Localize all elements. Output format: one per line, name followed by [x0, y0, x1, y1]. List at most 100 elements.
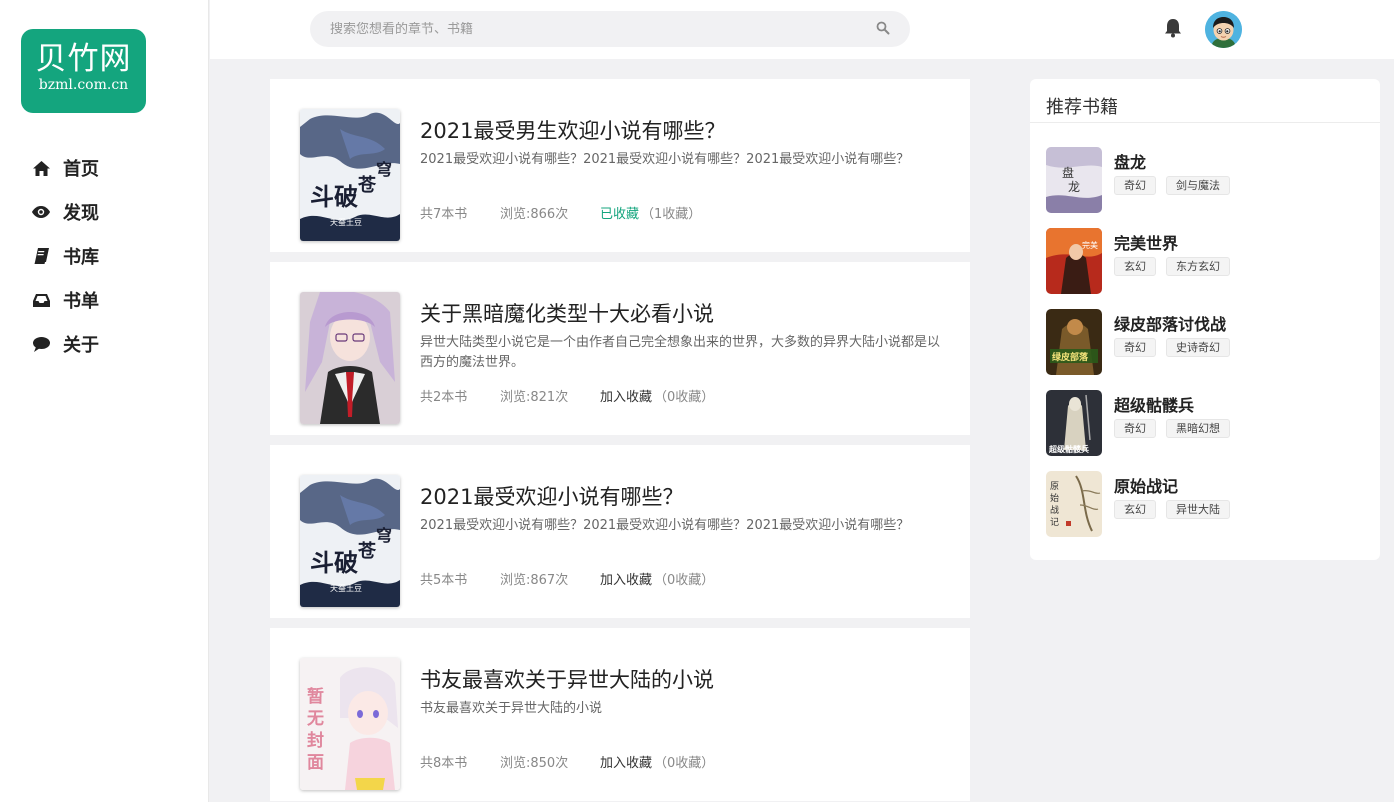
book-tag[interactable]: 黑暗幻想: [1166, 419, 1230, 438]
book-count: 共5本书: [420, 573, 468, 588]
booklist-card[interactable]: 斗破 苍 穹 天蚕土豆 2021最受欢迎小说有哪些？ 2021最受欢迎小说有哪些…: [270, 445, 970, 618]
favorite-count: （0收藏）: [654, 573, 715, 588]
booklist-cover-image[interactable]: 斗破 苍 穹 天蚕土豆: [300, 475, 400, 607]
top-header: [210, 0, 1394, 59]
recommended-book[interactable]: 原 始 战 记 原始战记 玄幻 异世大陆: [1046, 471, 1366, 537]
booklist-card[interactable]: 关于黑暗魔化类型十大必看小说 异世大陆类型小说它是一个由作者自己完全想象出来的世…: [270, 262, 970, 435]
svg-text:超级骷髅兵: 超级骷髅兵: [1048, 444, 1089, 454]
view-count: 浏览:821次: [500, 390, 569, 405]
cover-author-text: 天蚕土豆: [330, 583, 362, 593]
book-tags: 奇幻 史诗奇幻: [1114, 338, 1240, 357]
svg-text:封: 封: [307, 730, 324, 751]
book-title[interactable]: 盘龙: [1114, 149, 1146, 173]
search-bar: [310, 11, 910, 47]
svg-text:穹: 穹: [376, 526, 392, 545]
sidebar-item-booklist[interactable]: 书单: [32, 278, 99, 322]
svg-text:穹: 穹: [376, 160, 392, 179]
book-tag[interactable]: 史诗奇幻: [1166, 338, 1230, 357]
booklist-description: 书友最喜欢关于异世大陆的小说: [420, 701, 603, 716]
view-count: 浏览:867次: [500, 573, 569, 588]
booklist-meta: 共7本书 浏览:866次 已收藏 （1收藏）: [420, 203, 701, 222]
sidebar-item-about[interactable]: 关于: [32, 322, 99, 366]
sidebar-item-label: 首页: [63, 159, 99, 180]
favorite-count: （1收藏）: [641, 207, 702, 222]
svg-text:面: 面: [307, 753, 324, 773]
book-title[interactable]: 完美世界: [1114, 230, 1178, 254]
recommended-book[interactable]: 绿皮部落 绿皮部落讨伐战 奇幻 史诗奇幻: [1046, 309, 1366, 375]
favorite-button[interactable]: 加入收藏: [600, 386, 652, 405]
booklist-card[interactable]: 斗破 苍 穹 天蚕土豆 2021最受男生欢迎小说有哪些？ 2021最受欢迎小说有…: [270, 79, 970, 252]
favorite-button[interactable]: 加入收藏: [600, 752, 652, 771]
book-tags: 奇幻 剑与魔法: [1114, 176, 1240, 195]
book-icon: [32, 247, 50, 265]
svg-text:龙: 龙: [1068, 180, 1080, 194]
recommended-book[interactable]: 超级骷髅兵 超级骷髅兵 奇幻 黑暗幻想: [1046, 390, 1366, 456]
sidebar-item-label: 关于: [63, 335, 99, 356]
book-cover-image[interactable]: 原 始 战 记: [1046, 471, 1102, 537]
booklist-description: 2021最受欢迎小说有哪些？2021最受欢迎小说有哪些？2021最受欢迎小说有哪…: [420, 152, 910, 167]
eye-icon: [32, 203, 50, 221]
book-tag[interactable]: 奇幻: [1114, 176, 1156, 195]
book-tag[interactable]: 东方玄幻: [1166, 257, 1230, 276]
bell-icon[interactable]: [1164, 18, 1184, 40]
favorite-button[interactable]: 加入收藏: [600, 569, 652, 588]
book-title[interactable]: 原始战记: [1114, 473, 1178, 497]
inbox-icon: [32, 291, 50, 309]
svg-text:完美: 完美: [1082, 240, 1098, 250]
book-tag[interactable]: 奇幻: [1114, 419, 1156, 438]
favorite-count: （0收藏）: [654, 390, 715, 405]
book-cover-image[interactable]: 绿皮部落: [1046, 309, 1102, 375]
book-count: 共2本书: [420, 390, 468, 405]
book-tag[interactable]: 异世大陆: [1166, 500, 1230, 519]
booklist-title[interactable]: 2021最受欢迎小说有哪些？: [420, 481, 683, 511]
booklist-description: 2021最受欢迎小说有哪些？2021最受欢迎小说有哪些？2021最受欢迎小说有哪…: [420, 518, 910, 533]
book-title[interactable]: 超级骷髅兵: [1114, 392, 1194, 416]
booklist-list: 斗破 苍 穹 天蚕土豆 2021最受男生欢迎小说有哪些？ 2021最受欢迎小说有…: [270, 79, 970, 802]
sidebar-nav: 首页 发现 书库 书单 关于: [32, 146, 99, 366]
recommended-book[interactable]: 盘 龙 盘龙 奇幻 剑与魔法: [1046, 147, 1366, 213]
booklist-description: 异世大陆类型小说它是一个由作者自己完全想象出来的世界，大多数的异界大陆小说都是以…: [420, 335, 941, 370]
sidebar-item-home[interactable]: 首页: [32, 146, 99, 190]
home-icon: [32, 159, 50, 177]
book-tags: 玄幻 异世大陆: [1114, 500, 1240, 519]
search-input[interactable]: [330, 21, 876, 37]
sidebar-item-label: 书单: [63, 291, 99, 312]
booklist-meta: 共8本书 浏览:850次 加入收藏 （0收藏）: [420, 752, 714, 771]
booklist-cover-image[interactable]: 斗破 苍 穹 天蚕土豆: [300, 109, 400, 241]
svg-text:无: 无: [306, 709, 324, 729]
site-logo[interactable]: 贝竹网 bzml.com.cn: [21, 29, 146, 113]
booklist-title[interactable]: 书友最喜欢关于异世大陆的小说: [420, 664, 714, 694]
view-count: 浏览:850次: [500, 756, 569, 771]
book-count: 共8本书: [420, 756, 468, 771]
favorite-button[interactable]: 已收藏: [600, 203, 639, 222]
booklist-meta: 共2本书 浏览:821次 加入收藏 （0收藏）: [420, 386, 714, 405]
recommend-panel: 推荐书籍 盘 龙 盘龙 奇幻 剑与魔法 完美 完美世界 玄幻 东方玄幻 绿皮部落…: [1030, 79, 1380, 560]
svg-text:斗破: 斗破: [310, 548, 358, 577]
booklist-cover-image[interactable]: [300, 292, 400, 424]
book-tag[interactable]: 玄幻: [1114, 257, 1156, 276]
book-title[interactable]: 绿皮部落讨伐战: [1114, 311, 1226, 335]
book-cover-image[interactable]: 超级骷髅兵: [1046, 390, 1102, 456]
avatar[interactable]: [1205, 11, 1242, 48]
svg-text:绿皮部落: 绿皮部落: [1052, 351, 1089, 363]
book-cover-image[interactable]: 盘 龙: [1046, 147, 1102, 213]
search-icon[interactable]: [876, 20, 890, 39]
book-tags: 玄幻 东方玄幻: [1114, 257, 1240, 276]
book-tag[interactable]: 玄幻: [1114, 500, 1156, 519]
book-tag[interactable]: 奇幻: [1114, 338, 1156, 357]
svg-text:原: 原: [1050, 481, 1059, 492]
sidebar-item-label: 发现: [63, 203, 99, 224]
booklist-title[interactable]: 2021最受男生欢迎小说有哪些？: [420, 115, 725, 145]
booklist-card[interactable]: 暂 无 封 面 书友最喜欢关于异世大陆的小说 书友最喜欢关于异世大陆的小说 共8…: [270, 628, 970, 801]
booklist-meta: 共5本书 浏览:867次 加入收藏 （0收藏）: [420, 569, 714, 588]
favorite-count: （0收藏）: [654, 756, 715, 771]
sidebar-item-library[interactable]: 书库: [32, 234, 99, 278]
book-cover-image[interactable]: 完美: [1046, 228, 1102, 294]
booklist-cover-image[interactable]: 暂 无 封 面: [300, 658, 400, 790]
sidebar-item-discover[interactable]: 发现: [32, 190, 99, 234]
view-count: 浏览:866次: [500, 207, 569, 222]
recommended-book[interactable]: 完美 完美世界 玄幻 东方玄幻: [1046, 228, 1366, 294]
logo-domain-text: bzml.com.cn: [38, 77, 129, 93]
book-tag[interactable]: 剑与魔法: [1166, 176, 1230, 195]
booklist-title[interactable]: 关于黑暗魔化类型十大必看小说: [420, 298, 714, 328]
